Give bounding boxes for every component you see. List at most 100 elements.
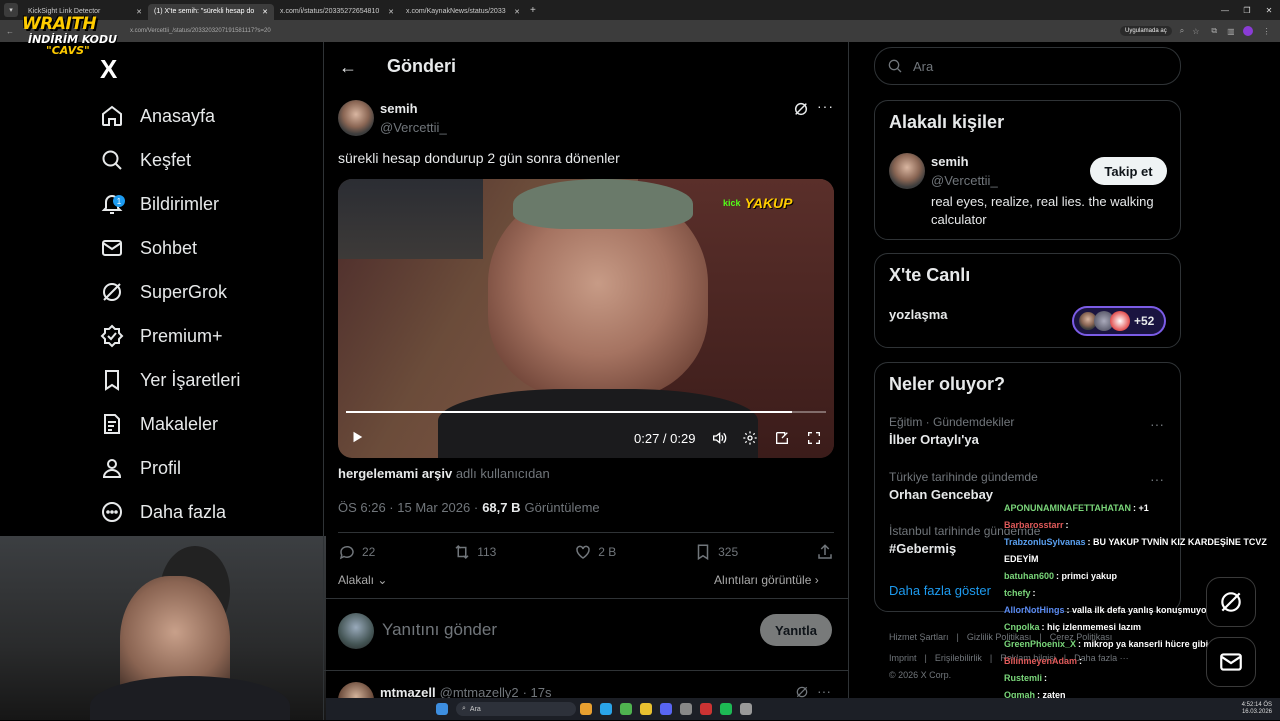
sidebar-item-profile[interactable]: Profil	[100, 450, 320, 486]
back-arrow-icon[interactable]: ←	[339, 57, 357, 78]
video-progress-fill	[346, 411, 793, 413]
folder-icon[interactable]	[640, 703, 652, 715]
sidebar-item-more[interactable]: Daha fazla	[100, 494, 320, 530]
edge-icon[interactable]	[600, 703, 612, 715]
url-input[interactable]: x.com/Vercettii_/status/2033203207191581…	[130, 24, 1120, 38]
chevron-right-icon: ›	[814, 573, 819, 587]
sidebar-item-explore[interactable]: Keşfet	[100, 142, 320, 178]
related-handle[interactable]: @Vercettii_	[931, 173, 998, 188]
grok-icon	[103, 283, 121, 301]
close-icon[interactable]: ✕	[262, 8, 268, 16]
start-icon[interactable]	[436, 703, 448, 715]
extensions-icon[interactable]: ⧉	[1211, 26, 1217, 36]
my-avatar[interactable]	[338, 613, 374, 649]
video-player[interactable]: kick YAKUP 0:27 / 0:29	[338, 179, 834, 458]
video-progress-track[interactable]	[346, 411, 826, 413]
watermark-label: YAKUP	[744, 195, 793, 211]
repost-button[interactable]: 113	[453, 543, 496, 561]
live-listeners-pill[interactable]: +52	[1072, 306, 1166, 336]
related-name[interactable]: semih	[931, 154, 969, 169]
related-avatar[interactable]	[889, 153, 925, 189]
sidebar-item-bookmarks[interactable]: Yer İşaretleri	[100, 362, 320, 398]
clock-time: 4:52:14 ÖS	[1241, 702, 1272, 708]
settings-gear-icon[interactable]	[742, 430, 758, 446]
minimize-icon[interactable]: —	[1214, 6, 1236, 15]
more-dots-icon[interactable]: ···	[817, 98, 834, 114]
kick-label: kick	[723, 198, 741, 208]
author-avatar[interactable]	[338, 100, 374, 136]
footer-link[interactable]: Erişilebilirlik	[935, 653, 982, 663]
chrome-icon[interactable]	[620, 703, 632, 715]
video-source: hergelemami arşiv adlı kullanıcıdan	[338, 466, 550, 481]
like-button[interactable]: 2 B	[574, 543, 616, 561]
follow-button[interactable]: Takip et	[1090, 157, 1167, 185]
trend-name[interactable]: #Gebermiş	[889, 541, 956, 556]
trend-name[interactable]: Orhan Gencebay	[889, 487, 993, 502]
post-timestamp[interactable]: ÖS 6:26 · 15 Mar 2026 ·	[338, 500, 478, 515]
source-user[interactable]: hergelemami arşiv	[338, 466, 452, 481]
footer-link[interactable]: Hizmet Şartları	[889, 632, 949, 642]
search-box[interactable]: Ara	[874, 47, 1181, 85]
live-topic[interactable]: yozlaşma	[889, 307, 948, 322]
browser-tab[interactable]: (1) X'te semih: "sürekli hesap do ✕	[148, 3, 274, 20]
more-dots-icon[interactable]: ···	[817, 683, 831, 699]
zoom-icon[interactable]: ⌕	[1180, 26, 1184, 36]
more-dots-icon[interactable]: ···	[1150, 416, 1164, 432]
share-button[interactable]	[816, 543, 834, 561]
play-icon[interactable]	[350, 430, 364, 444]
taskbar-search[interactable]: ⌕ Ara	[456, 702, 576, 716]
close-icon[interactable]: ✕	[388, 8, 394, 16]
reply-button[interactable]: 22	[338, 543, 375, 561]
search-icon	[102, 150, 122, 170]
app-icon[interactable]	[680, 703, 692, 715]
app-icon[interactable]	[700, 703, 712, 715]
discord-icon[interactable]	[660, 703, 672, 715]
sidebar-item-supergrok[interactable]: SuperGrok	[100, 274, 320, 310]
back-arrow-icon[interactable]: ←	[6, 27, 20, 36]
sidebar-item-notifications[interactable]: 1 Bildirimler	[100, 186, 320, 222]
author-name[interactable]: semih	[380, 101, 418, 116]
sidebar-item-home[interactable]: Anasayfa	[100, 98, 320, 134]
tab-list-icon[interactable]: ▾	[4, 3, 18, 17]
author-handle[interactable]: @Vercettii_	[380, 120, 447, 135]
star-icon[interactable]: ☆	[1192, 27, 1199, 36]
search-placeholder: Ara	[913, 58, 934, 74]
grok-icon[interactable]	[795, 685, 809, 699]
chat-text: :	[1032, 588, 1036, 598]
profile-avatar[interactable]	[1242, 26, 1253, 36]
relevant-sort[interactable]: Alakalı ⌄	[338, 573, 387, 587]
footer-link[interactable]: Imprint	[889, 653, 917, 663]
close-icon[interactable]: ✕	[514, 8, 520, 16]
sidebar-item-articles[interactable]: Makaleler	[100, 406, 320, 442]
reply-submit-button[interactable]: Yanıtla	[760, 614, 832, 646]
maximize-icon[interactable]: ❐	[1236, 6, 1258, 15]
spotify-icon[interactable]	[720, 703, 732, 715]
picture-in-picture-icon[interactable]	[774, 430, 790, 446]
volume-icon[interactable]	[710, 430, 728, 446]
new-tab-icon[interactable]: +	[530, 5, 536, 16]
file-explorer-icon[interactable]	[580, 703, 592, 715]
reply-input[interactable]: Yanıtını gönder	[382, 620, 497, 640]
taskbar-clock[interactable]: 4:52:14 ÖS 16.03.2026	[1242, 702, 1272, 716]
browser-tab[interactable]: x.com/i/status/20335272654810 ✕	[274, 4, 400, 20]
grok-icon[interactable]	[793, 101, 809, 117]
more-dots-icon[interactable]: ···	[1150, 471, 1164, 487]
menu-dots-icon[interactable]: ⋮	[1263, 27, 1271, 36]
messages-float-button[interactable]	[1206, 637, 1256, 687]
grok-float-button[interactable]	[1206, 577, 1256, 627]
browser-tab[interactable]: x.com/KaynakNews/status/2033 ✕	[400, 4, 526, 20]
x-logo[interactable]: X	[100, 54, 117, 85]
open-in-app-button[interactable]: Uygulamada aç	[1120, 26, 1172, 36]
sidebar-item-messages[interactable]: Sohbet	[100, 230, 320, 266]
comment-icon	[339, 545, 354, 560]
sidebar-icon[interactable]: ▥	[1227, 27, 1235, 36]
view-quotes-link[interactable]: Alıntıları görüntüle ›	[714, 573, 819, 587]
trend-name[interactable]: İlber Ortaylı'ya	[889, 432, 979, 447]
close-icon[interactable]: ✕	[136, 8, 142, 16]
bookmark-button[interactable]: 325	[694, 543, 738, 561]
show-more-link[interactable]: Daha fazla göster	[889, 583, 991, 598]
fullscreen-icon[interactable]	[806, 430, 822, 446]
window-close-icon[interactable]: ✕	[1258, 6, 1280, 15]
sidebar-item-premium[interactable]: Premium+	[100, 318, 320, 354]
app-icon[interactable]	[740, 703, 752, 715]
